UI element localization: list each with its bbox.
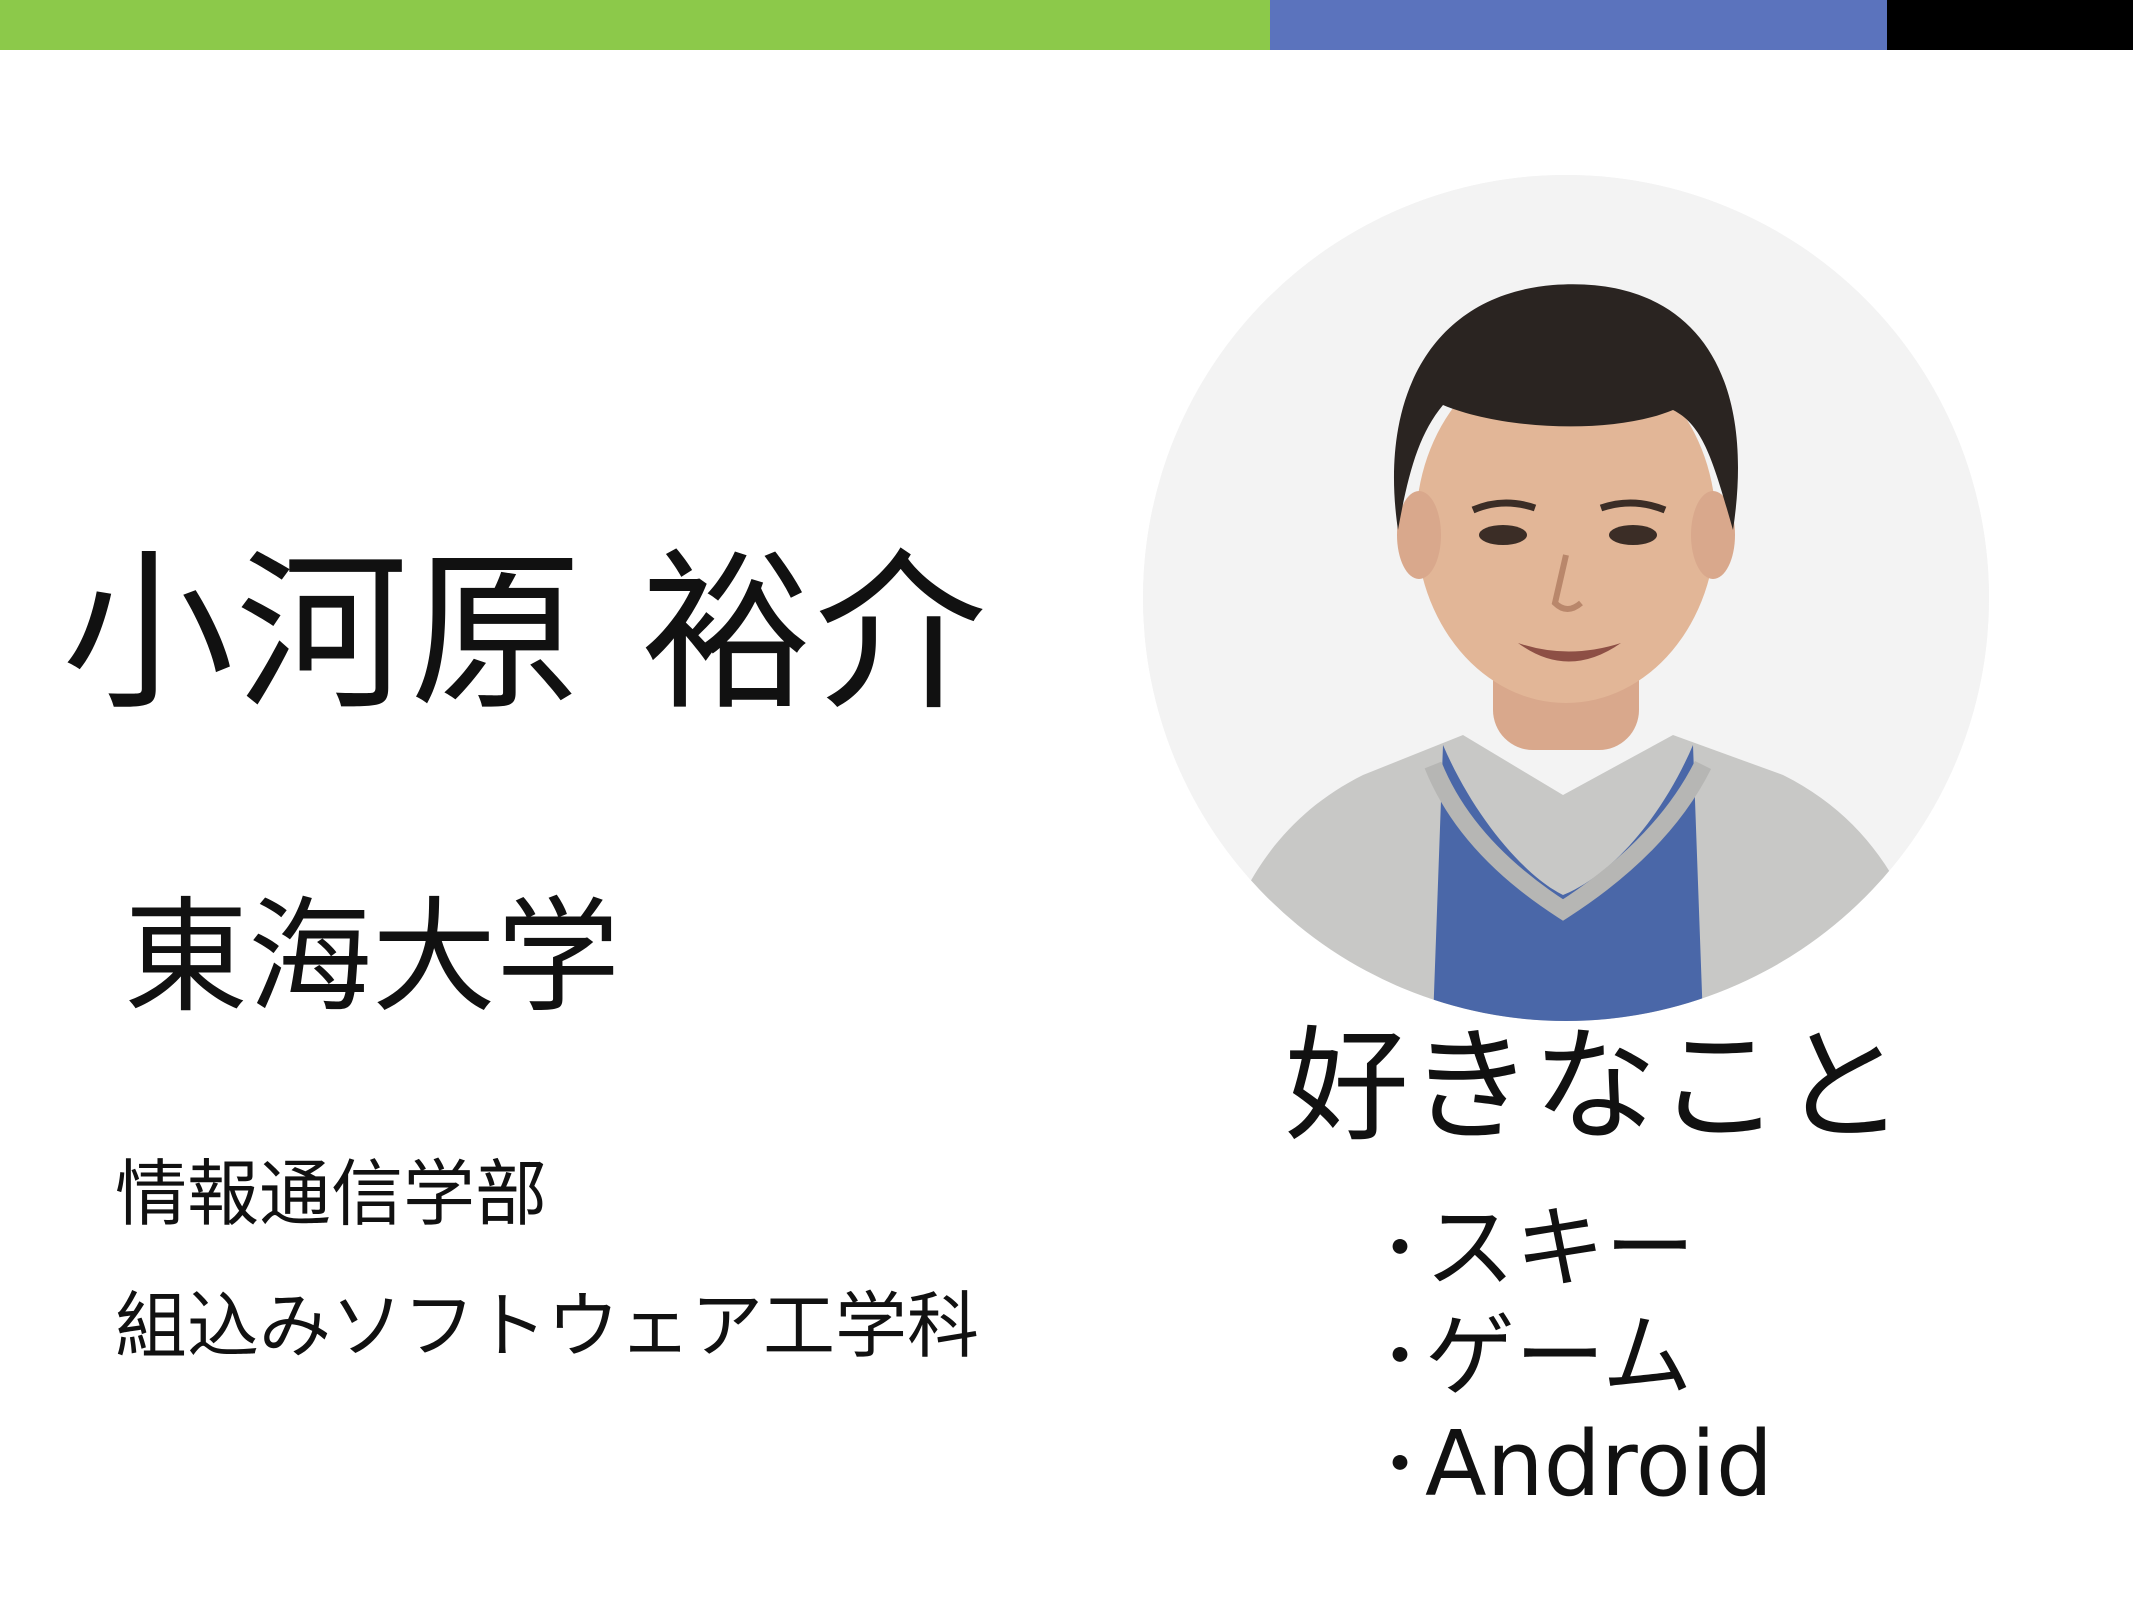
profile-university: 東海大学 [124,886,621,1030]
bullet-point: ・ [1365,1316,1435,1398]
likes-item-label: スキー [1425,1196,1695,1301]
likes-list: ・ スキー ・ ゲーム ・ Android [1365,1195,1773,1519]
accent-bar-green [0,0,1270,50]
list-item: ・ スキー [1365,1195,1773,1303]
accent-bar-black [1887,0,2133,50]
profile-photo [1143,175,1989,1021]
likes-item-label: ゲーム [1425,1304,1693,1409]
bullet-point: ・ [1365,1424,1435,1506]
accent-bar-blue [1270,0,1887,50]
likes-heading: 好きなこと [1285,1015,1906,1159]
profile-name: 小河原 裕介 [62,533,989,734]
profile-faculty: 情報通信学部 [115,1152,548,1236]
list-item: ・ ゲーム [1365,1303,1773,1411]
accent-bar [0,0,2133,50]
bullet-point: ・ [1365,1208,1435,1290]
profile-department: 組込みソフトウェア工学科 [115,1284,980,1368]
likes-item-label: Android [1425,1412,1773,1517]
list-item: ・ Android [1365,1411,1773,1519]
